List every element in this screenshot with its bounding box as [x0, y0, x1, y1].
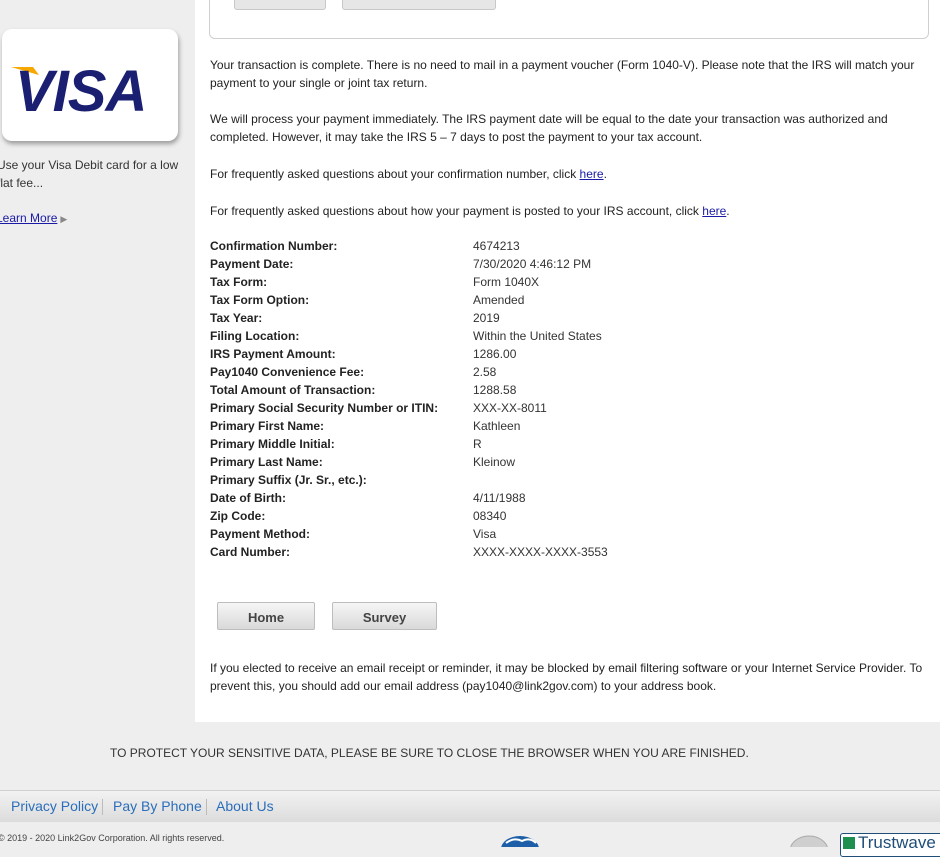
detail-row: Confirmation Number: 4674213	[210, 237, 608, 255]
detail-value: 7/30/2020 4:46:12 PM	[473, 257, 592, 271]
main-content: Your transaction is complete. There is n…	[195, 0, 940, 722]
faq-confirmation-line: For frequently asked questions about you…	[210, 167, 607, 181]
about-us-link[interactable]: About Us	[216, 798, 274, 814]
privacy-policy-link[interactable]: Privacy Policy	[11, 798, 98, 814]
detail-label: Tax Year:	[210, 311, 263, 325]
detail-row: Primary Middle Initial: R	[210, 435, 608, 453]
nav-divider	[102, 799, 103, 815]
visa-promo-text: Use your Visa Debit card for a low flat …	[0, 158, 179, 190]
secured-seal-icon	[790, 835, 828, 847]
top-button-panel	[209, 0, 929, 39]
detail-row: Payment Method: Visa	[210, 525, 608, 543]
detail-value: Kleinow	[473, 455, 516, 469]
nav-divider	[206, 799, 207, 815]
detail-label: Filing Location:	[210, 329, 300, 343]
detail-row: Filing Location: Within the United States	[210, 327, 608, 345]
top-stub-button-2[interactable]	[342, 0, 496, 10]
detail-row: Primary First Name: Kathleen	[210, 417, 608, 435]
trustwave-check-icon	[843, 837, 855, 849]
detail-row: Pay1040 Convenience Fee: 2.58	[210, 363, 608, 381]
detail-value: R	[473, 437, 482, 451]
detail-row: Tax Form Option: Amended	[210, 291, 608, 309]
detail-label: Payment Date:	[210, 257, 294, 271]
detail-label: Primary Last Name:	[210, 455, 323, 469]
globe-icon	[501, 836, 539, 847]
detail-row: Primary Suffix (Jr. Sr., etc.):	[210, 471, 608, 489]
detail-label: Card Number:	[210, 545, 291, 559]
detail-row: IRS Payment Amount: 1286.00	[210, 345, 608, 363]
detail-label: Total Amount of Transaction:	[210, 383, 376, 397]
trustwave-label: Trustwave	[858, 833, 936, 852]
visa-card[interactable]: VISA	[2, 29, 178, 141]
copyright-text: © 2019 - 2020 Link2Gov Corporation. All …	[0, 833, 225, 843]
detail-row: Tax Form: Form 1040X	[210, 273, 608, 291]
pay-by-phone-link[interactable]: Pay By Phone	[113, 798, 202, 814]
detail-label: Primary First Name:	[210, 419, 325, 433]
detail-row: Primary Social Security Number or ITIN: X…	[210, 399, 608, 417]
email-filter-note: If you elected to receive an email recei…	[210, 661, 923, 693]
detail-value: 2019	[473, 311, 500, 325]
footer-nav: Privacy Policy Pay By Phone About Us	[0, 790, 940, 822]
detail-value: Kathleen	[473, 419, 521, 433]
detail-label: Pay1040 Convenience Fee:	[210, 365, 365, 379]
top-stub-button-1[interactable]	[234, 0, 326, 10]
detail-row: Tax Year: 2019	[210, 309, 608, 327]
detail-value: Visa	[473, 527, 497, 541]
detail-value: Within the United States	[473, 329, 602, 343]
detail-value: 4/11/1988	[473, 491, 526, 505]
home-button[interactable]: Home	[217, 602, 315, 630]
protect-data-notice: TO PROTECT YOUR SENSITIVE DATA, PLEASE B…	[110, 746, 749, 760]
faq-confirmation-text: For frequently asked questions about you…	[210, 167, 580, 181]
detail-value: 4674213	[473, 239, 520, 253]
visa-logo-text: VISA	[15, 59, 146, 115]
learn-more-label: Learn More	[0, 211, 58, 225]
visa-logo-icon: VISA	[11, 59, 147, 115]
detail-label: Primary Suffix (Jr. Sr., etc.):	[210, 473, 367, 487]
detail-label: Primary Middle Initial:	[210, 437, 335, 451]
sidebar: VISA Use your Visa Debit card for a low …	[0, 0, 195, 722]
detail-value: 08340	[473, 509, 507, 523]
detail-label: Zip Code:	[210, 509, 266, 523]
detail-label: Payment Method:	[210, 527, 311, 541]
faq-posting-text: For frequently asked questions about how…	[210, 204, 703, 218]
payment-details-table: Confirmation Number: 4674213 Payment Date:…	[210, 237, 608, 561]
learn-more-link[interactable]: Learn More ▶	[0, 211, 67, 225]
detail-label: Tax Form:	[210, 275, 268, 289]
detail-value: Form 1040X	[473, 275, 540, 289]
detail-row: Total Amount of Transaction: 1288.58	[210, 381, 608, 399]
detail-row: Card Number: XXXX-XXXX-XXXX-3553	[210, 543, 608, 561]
transaction-complete-text: Your transaction is complete. There is n…	[210, 58, 915, 90]
detail-row: Date of Birth: 4/11/1988	[210, 489, 608, 507]
faq-posting-line: For frequently asked questions about how…	[210, 204, 730, 218]
detail-row: Payment Date: 7/30/2020 4:46:12 PM	[210, 255, 608, 273]
chevron-right-icon: ▶	[60, 214, 68, 224]
detail-value: 1286.00	[473, 347, 517, 361]
survey-button[interactable]: Survey	[332, 602, 437, 630]
detail-label: Confirmation Number:	[210, 239, 338, 253]
detail-value: XXXX-XXXX-XXXX-3553	[473, 545, 608, 559]
detail-value	[473, 471, 608, 489]
detail-label: Date of Birth:	[210, 491, 286, 505]
faq-posting-link[interactable]: here	[702, 204, 726, 218]
faq-confirmation-link[interactable]: here	[580, 167, 604, 181]
detail-row: Primary Last Name: Kleinow	[210, 453, 608, 471]
detail-label: Tax Form Option:	[210, 293, 310, 307]
payment-processing-text: We will process your payment immediately…	[210, 112, 888, 144]
detail-label: Primary Social Security Number or ITIN:	[210, 401, 439, 415]
detail-value: 1288.58	[473, 383, 517, 397]
detail-label: IRS Payment Amount:	[210, 347, 336, 361]
trustwave-badge[interactable]: Trustwave	[840, 833, 940, 857]
detail-row: Zip Code: 08340	[210, 507, 608, 525]
detail-value: Amended	[473, 293, 525, 307]
detail-value: 2.58	[473, 365, 497, 379]
detail-value: XXX-XX-8011	[473, 401, 547, 415]
